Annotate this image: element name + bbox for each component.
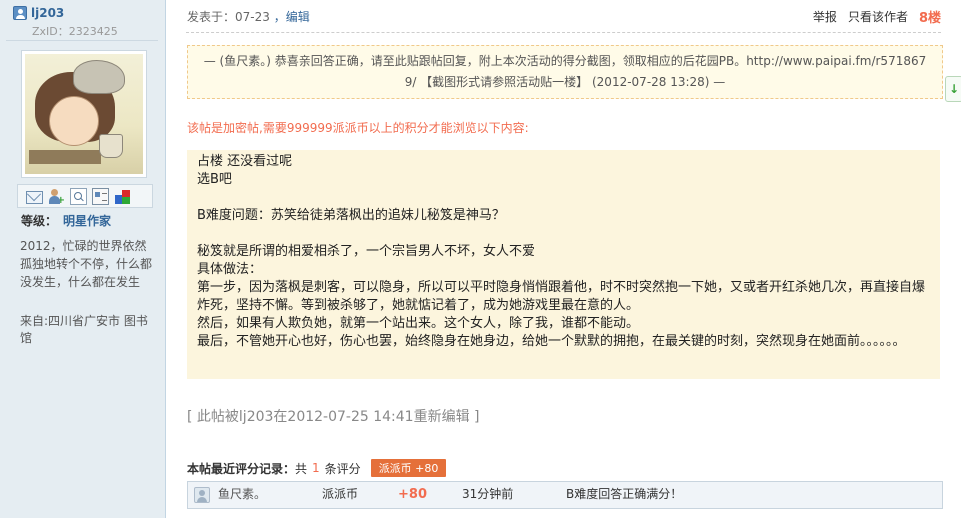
content-line: 具体做法： xyxy=(197,262,263,277)
rating-row: 鱼尺素。 派派币 +80 31分钟前 B难度回答正确满分！ xyxy=(187,481,943,509)
floor-number[interactable]: 8楼 xyxy=(919,7,941,26)
content-line: 然后，如果有人欺负她，就第一个站出来。这个女人，除了我，谁都不能动。 xyxy=(197,316,640,331)
user-icon xyxy=(13,6,27,20)
medal-icon[interactable] xyxy=(114,188,131,205)
content-line xyxy=(197,189,930,207)
rating-count: 1 xyxy=(312,461,320,475)
rating-count-suffix: 条评分 xyxy=(324,461,361,476)
user-sidebar: lj203 ZxID：2323425 + 等级： 明星作家 2012，忙碌的世界依… xyxy=(0,0,166,518)
rating-count-prefix: 共 xyxy=(295,461,308,476)
mail-icon[interactable] xyxy=(26,190,43,204)
post-date: 发表于：07-23 xyxy=(187,10,270,24)
add-friend-icon[interactable]: + xyxy=(48,188,65,205)
user-line: lj203 xyxy=(13,6,64,20)
username-link[interactable]: lj203 xyxy=(31,6,64,20)
level-value[interactable]: 明星作家 xyxy=(63,214,111,228)
user-zxid: ZxID：2323425 xyxy=(32,25,118,38)
content-line: 最后，不管她开心也好，伤心也罢，始终隐身在她身边，给她一个默默的拥抱，在最关键的… xyxy=(197,334,906,349)
content-line: B难度问题：苏笑给徒弟落枫出的追妹儿秘笈是神马？ xyxy=(197,208,505,223)
avatar[interactable] xyxy=(21,50,147,178)
author-only-link[interactable]: 只看该作者 xyxy=(848,8,908,25)
edit-link[interactable]: ，编辑 xyxy=(274,10,310,24)
rating-reason: B难度回答正确满分！ xyxy=(566,487,683,501)
report-link[interactable]: 举报 xyxy=(813,8,837,25)
rating-time: 31分钟前 xyxy=(462,487,514,501)
rating-header: 本帖最近评分记录： 共 1 条评分 派派币 +80 xyxy=(187,459,447,477)
content-line xyxy=(197,225,930,243)
scroll-down-button[interactable]: ↓ xyxy=(945,76,961,102)
edited-note: [ 此帖被lj203在2012-07-25 14:41重新编辑 ] xyxy=(187,409,480,425)
content-line: 第一步，因为落枫是刺客，可以隐身，所以可以平时隐身悄悄跟着他，时不时突然抱一下她… xyxy=(197,280,926,313)
divider xyxy=(186,32,941,33)
encrypted-notice: 该帖是加密帖,需要999999派派币以上的积分才能浏览以下内容: xyxy=(187,121,529,135)
rater-avatar-icon[interactable] xyxy=(194,487,210,503)
user-level: 等级： 明星作家 xyxy=(21,212,111,229)
post-meta: 发表于：07-23 ，编辑 xyxy=(187,8,310,25)
quote-block: — (鱼尺素。) 恭喜亲回答正确，请至此贴跟帖回复，附上本次活动的得分截图，领取… xyxy=(187,45,943,99)
rating-score: +80 xyxy=(398,487,427,502)
level-label: 等级： xyxy=(21,214,58,228)
post-actions: 举报 只看该作者 8楼 xyxy=(802,7,941,26)
content-line: 占楼 还没看过呢 xyxy=(197,154,293,169)
profile-card-icon[interactable] xyxy=(92,187,109,205)
user-signature: 2012，忙碌的世界依然孤独地转个不停，什么都没发生，什么都在发生 xyxy=(20,239,153,289)
user-location: 来自:四川省广安市 图书馆 xyxy=(20,314,148,345)
search-icon[interactable] xyxy=(70,187,87,205)
rating-type: 派派币 xyxy=(322,487,359,501)
content-line: 秘笈就是所谓的相爱相杀了，一个宗旨男人不坏，女人不爱 xyxy=(197,244,536,259)
rater-name[interactable]: 鱼尺素。 xyxy=(218,485,266,502)
user-action-toolbar: + xyxy=(17,184,153,208)
rating-badge: 派派币 +80 xyxy=(370,459,447,477)
content-line: 选B吧 xyxy=(197,172,232,187)
divider xyxy=(6,40,158,41)
avatar-image xyxy=(25,54,143,174)
post-content: 占楼 还没看过呢 选B吧 B难度问题：苏笑给徒弟落枫出的追妹儿秘笈是神马？ 秘笈… xyxy=(187,150,940,379)
rating-title: 本帖最近评分记录： xyxy=(187,461,296,476)
